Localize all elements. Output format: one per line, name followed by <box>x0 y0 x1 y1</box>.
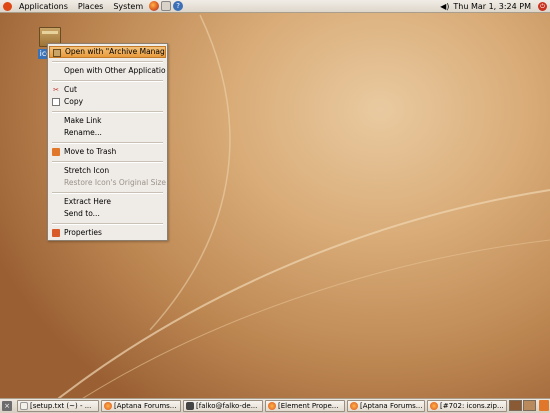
firefox-icon <box>350 402 358 410</box>
archive-manager-icon <box>53 49 61 57</box>
menu-places[interactable]: Places <box>73 0 108 13</box>
volume-icon[interactable]: ◀) <box>440 2 449 11</box>
ubuntu-logo-icon[interactable] <box>3 1 12 11</box>
menu-separator <box>52 142 163 144</box>
menu-applications[interactable]: Applications <box>14 0 73 13</box>
help-launcher-icon[interactable]: ? <box>173 1 184 11</box>
menu-separator <box>52 111 163 113</box>
terminal-icon <box>186 402 194 410</box>
firefox-icon <box>430 402 438 410</box>
menu-cut[interactable]: ✂ Cut <box>49 84 166 96</box>
workspace-2[interactable] <box>523 400 536 411</box>
menu-make-link[interactable]: Make Link <box>49 115 166 127</box>
trash-icon <box>52 148 60 156</box>
properties-icon <box>52 229 60 237</box>
menu-restore-icon-size: Restore Icon's Original Size <box>49 177 166 189</box>
menu-item-label: Send to... <box>64 209 100 218</box>
menu-item-label: Copy <box>64 97 84 106</box>
task-label: [#702: icons.zip... <box>440 402 504 410</box>
bottom-panel: × [setup.txt (~) - ... [Aptana Forums...… <box>0 398 550 413</box>
menu-system[interactable]: System <box>108 0 148 13</box>
menu-item-label: Cut <box>64 85 77 94</box>
text-editor-icon <box>20 402 28 410</box>
firefox-icon <box>268 402 276 410</box>
menu-item-label: Properties <box>64 228 102 237</box>
copy-icon <box>52 98 60 106</box>
task-icons-zip[interactable]: [#702: icons.zip... <box>427 400 507 412</box>
firefox-launcher-icon[interactable] <box>149 1 160 11</box>
menu-item-label: Stretch Icon <box>64 166 110 175</box>
menu-copy[interactable]: Copy <box>49 96 166 108</box>
menu-item-label: Extract Here <box>64 197 112 206</box>
menu-rename[interactable]: Rename... <box>49 127 166 139</box>
menu-send-to[interactable]: Send to... <box>49 208 166 220</box>
menu-item-label: Make Link <box>64 116 102 125</box>
menu-separator <box>52 80 163 82</box>
menu-separator <box>52 61 163 63</box>
menu-properties[interactable]: Properties <box>49 227 166 239</box>
menu-extract-here[interactable]: Extract Here <box>49 196 166 208</box>
menu-separator <box>52 223 163 225</box>
clock[interactable]: Thu Mar 1, 3:24 PM <box>449 2 535 11</box>
power-icon[interactable]: ⏻ <box>538 2 547 11</box>
menu-separator <box>52 192 163 194</box>
menu-move-to-trash[interactable]: Move to Trash <box>49 146 166 158</box>
email-launcher-icon[interactable] <box>161 1 172 11</box>
task-label: [Aptana Forums... <box>360 402 423 410</box>
task-aptana-forums-2[interactable]: [Aptana Forums... <box>347 400 425 412</box>
menu-open-with-other[interactable]: Open with Other Application... <box>49 65 166 77</box>
task-setup-txt[interactable]: [setup.txt (~) - ... <box>17 400 99 412</box>
menu-item-label: Rename... <box>64 128 102 137</box>
menu-open-with-archive-manager[interactable]: Open with "Archive Manager" <box>49 46 166 58</box>
task-aptana-forums-1[interactable]: [Aptana Forums... <box>101 400 181 412</box>
trash-applet-icon[interactable] <box>539 400 549 411</box>
task-label: [setup.txt (~) - ... <box>30 402 92 410</box>
scissors-icon: ✂ <box>53 86 59 94</box>
task-label: [Element Prope... <box>278 402 339 410</box>
task-label: [falko@falko-de... <box>196 402 258 410</box>
task-terminal[interactable]: [falko@falko-de... <box>183 400 263 412</box>
menu-item-label: Open with "Archive Manager" <box>65 47 166 56</box>
workspace-1[interactable] <box>509 400 522 411</box>
menu-item-label: Restore Icon's Original Size <box>64 178 166 187</box>
top-panel: Applications Places System ? ◀) Thu Mar … <box>0 0 550 13</box>
menu-item-label: Move to Trash <box>64 147 117 156</box>
menu-item-label: Open with Other Application... <box>64 66 166 75</box>
task-element-properties[interactable]: [Element Prope... <box>265 400 345 412</box>
menu-separator <box>52 161 163 163</box>
firefox-icon <box>104 402 112 410</box>
menu-stretch-icon[interactable]: Stretch Icon <box>49 165 166 177</box>
task-label: [Aptana Forums... <box>114 402 177 410</box>
show-desktop-icon[interactable]: × <box>2 401 12 411</box>
context-menu: Open with "Archive Manager" Open with Ot… <box>47 43 168 241</box>
